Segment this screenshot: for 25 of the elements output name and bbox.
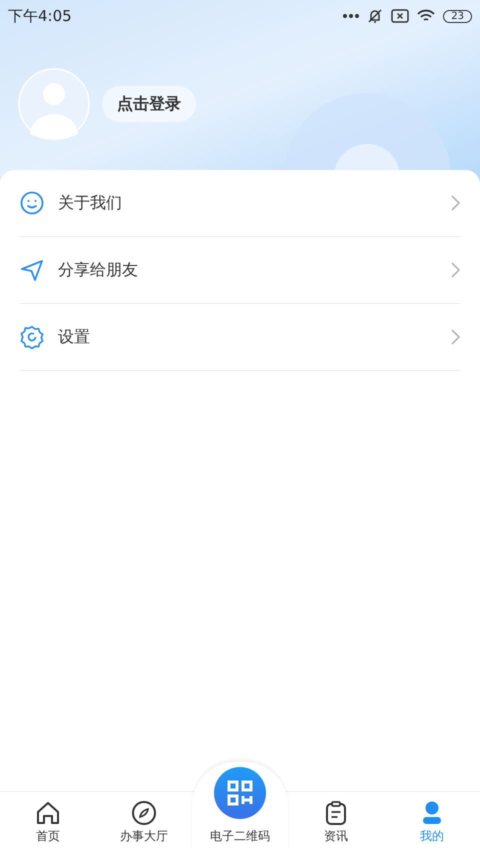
tab-item[interactable]: 首页 — [0, 792, 96, 853]
tab-item[interactable]: 电子二维码 — [192, 762, 288, 853]
sim-off-icon — [391, 9, 410, 23]
compass-icon — [131, 800, 157, 826]
tab-item[interactable]: 办事大厅 — [96, 792, 192, 853]
login-button[interactable]: 点击登录 — [102, 86, 196, 122]
tab-item[interactable]: 资讯 — [288, 792, 384, 853]
status-time: 下午4:05 — [8, 6, 72, 26]
bell-off-icon — [367, 8, 384, 24]
send-icon — [20, 258, 44, 282]
home-icon — [35, 800, 61, 826]
qr-code-button[interactable] — [214, 767, 266, 819]
chevron-right-icon — [450, 329, 460, 345]
battery-level: 23 — [443, 10, 472, 22]
clipboard-icon — [323, 800, 349, 826]
avatar-icon — [18, 68, 90, 140]
menu-item[interactable]: 关于我们 — [20, 170, 460, 237]
chevron-right-icon — [450, 262, 460, 278]
smiley-icon — [20, 191, 44, 215]
menu-item[interactable]: 分享给朋友 — [20, 237, 460, 304]
settings-icon — [20, 325, 44, 349]
more-dots-icon — [343, 14, 360, 18]
wifi-icon — [417, 9, 436, 23]
chevron-right-icon — [450, 195, 460, 211]
menu-item[interactable]: 设置 — [20, 304, 460, 371]
